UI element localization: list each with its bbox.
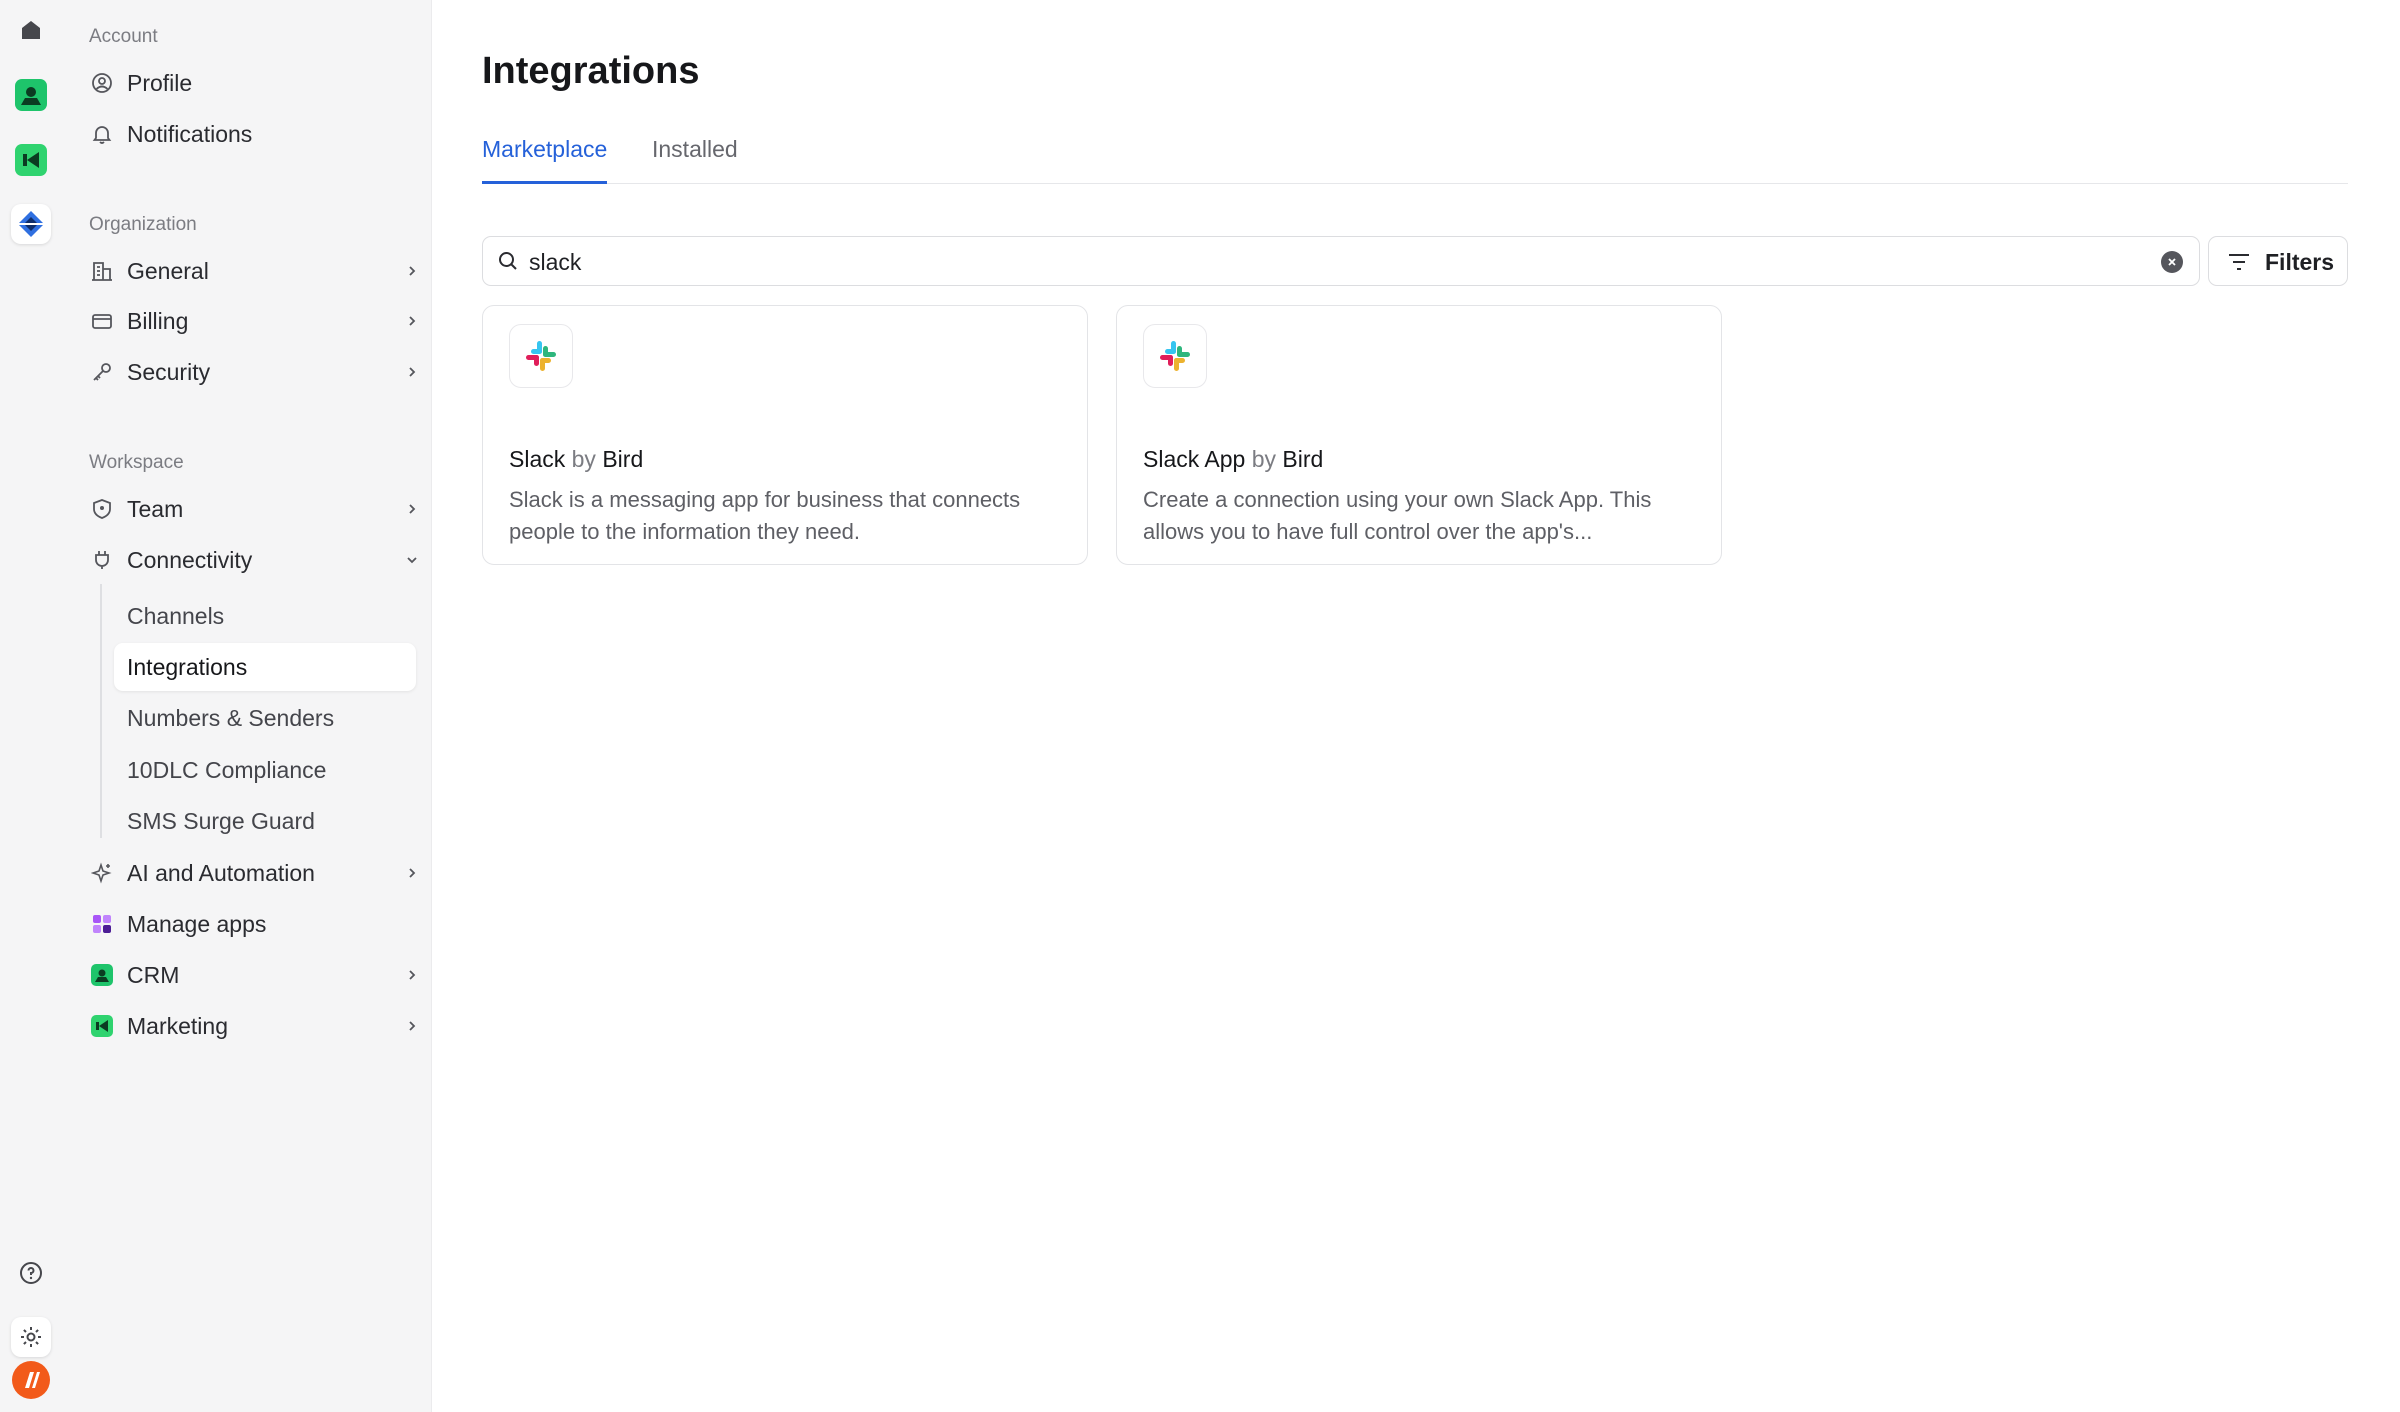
tab-bar: Marketplace Installed — [482, 126, 2348, 184]
section-label-workspace: Workspace — [89, 452, 184, 473]
chevron-right-icon — [402, 261, 422, 281]
brand-logo[interactable] — [11, 1360, 51, 1400]
sidebar-item-label: General — [127, 257, 209, 284]
apps-grid-icon — [90, 912, 114, 936]
sidebar-item-manage-apps[interactable]: Manage apps — [82, 901, 426, 947]
sidebar-item-label: Profile — [127, 69, 193, 96]
sidebar-subitem-label: SMS Surge Guard — [127, 807, 315, 834]
filter-icon — [2227, 251, 2251, 278]
search-value[interactable]: slack — [529, 249, 581, 276]
submenu-guide-line — [100, 584, 102, 838]
card-description: Create a connection using your own Slack… — [1143, 487, 1652, 544]
sidebar-item-label: Marketing — [127, 1012, 228, 1039]
sidebar-item-label: CRM — [127, 961, 180, 988]
sidebar-item-billing[interactable]: Billing — [82, 298, 426, 344]
help-button[interactable] — [11, 1253, 51, 1293]
sidebar-item-label: AI and Automation — [127, 859, 315, 886]
sidebar-subitem-label: Integrations — [127, 653, 248, 680]
sparkles-icon — [90, 861, 114, 885]
credit-card-icon — [90, 309, 114, 333]
card-vendor: Bird — [1282, 446, 1324, 472]
home-button[interactable] — [11, 10, 51, 50]
chevron-right-icon — [402, 311, 422, 331]
chevron-right-icon — [402, 362, 422, 382]
home-icon — [22, 21, 40, 39]
sidebar-subitem-sms-surge-guard[interactable]: SMS Surge Guard — [114, 797, 416, 845]
sidebar-item-security[interactable]: Security — [82, 349, 426, 395]
filters-label: Filters — [2265, 249, 2335, 275]
connectivity-app-button[interactable] — [11, 204, 51, 244]
sidebar-item-connectivity[interactable]: Connectivity — [82, 537, 426, 583]
clear-search-icon[interactable] — [2161, 251, 2183, 273]
chevron-right-icon — [402, 499, 422, 519]
sidebar-item-label: Team — [127, 495, 184, 522]
sidebar-item-crm[interactable]: CRM — [82, 952, 426, 998]
chevron-down-icon — [402, 550, 422, 570]
sidebar-item-label: Security — [127, 358, 211, 385]
section-label-account: Account — [89, 26, 158, 47]
card-vendor: Bird — [602, 446, 644, 472]
chevron-right-icon — [402, 1016, 422, 1036]
crm-app-icon — [15, 79, 47, 111]
sidebar-item-ai-automation[interactable]: AI and Automation — [82, 850, 426, 896]
chevron-right-icon — [402, 965, 422, 985]
sidebar-item-profile[interactable]: Profile — [82, 60, 426, 106]
marketing-app-button[interactable] — [11, 140, 51, 180]
marketing-app-icon — [15, 144, 47, 176]
card-by: by — [571, 446, 596, 472]
slack-logo-icon — [509, 324, 573, 388]
integration-card-slack-app[interactable]: Slack App by Bird Create a connection us… — [1116, 305, 1722, 565]
sidebar-item-label: Connectivity — [127, 546, 253, 573]
gear-icon — [21, 1327, 41, 1347]
integration-card-slack[interactable]: Slack by Bird Slack is a messaging app f… — [482, 305, 1088, 565]
sidebar-subitem-channels[interactable]: Channels — [114, 592, 416, 640]
search-input[interactable]: slack — [482, 236, 2200, 286]
tab-marketplace[interactable]: Marketplace — [482, 126, 608, 184]
card-name: Slack App — [1143, 446, 1246, 472]
main-content: Integrations Marketplace Installed slack… — [432, 0, 2400, 1412]
app-rail — [0, 0, 62, 1412]
help-icon — [20, 1262, 42, 1284]
sidebar-item-team[interactable]: Team — [82, 486, 426, 532]
crm-app-button[interactable] — [11, 75, 51, 115]
card-title: Slack App by Bird — [1143, 446, 1323, 473]
section-label-organization: Organization — [89, 214, 197, 235]
building-icon — [90, 259, 114, 283]
tab-installed[interactable]: Installed — [652, 126, 738, 184]
page-title: Integrations — [482, 50, 700, 92]
filters-button[interactable]: Filters — [2208, 236, 2348, 286]
sidebar-item-general[interactable]: General — [82, 248, 426, 294]
chevron-right-icon — [402, 863, 422, 883]
slack-logo-icon — [1143, 324, 1207, 388]
card-name: Slack — [509, 446, 566, 472]
plug-icon — [90, 548, 114, 572]
settings-button[interactable] — [11, 1317, 51, 1357]
card-description: Slack is a messaging app for business th… — [509, 487, 1021, 544]
sidebar-subitem-integrations[interactable]: Integrations — [114, 643, 416, 691]
connectivity-app-icon — [18, 211, 44, 237]
crm-app-icon — [90, 963, 114, 987]
shield-icon — [90, 497, 114, 521]
bird-logo-icon — [12, 1361, 50, 1399]
marketing-app-icon — [90, 1014, 114, 1038]
sidebar-subitem-10dlc-compliance[interactable]: 10DLC Compliance — [114, 746, 416, 794]
sidebar-item-label: Notifications — [127, 120, 253, 147]
sidebar-subitem-label: 10DLC Compliance — [127, 756, 327, 783]
key-icon — [90, 360, 114, 384]
bell-icon — [90, 122, 114, 146]
card-title: Slack by Bird — [509, 446, 643, 473]
sidebar-item-label: Manage apps — [127, 910, 267, 937]
sidebar-subitem-label: Channels — [127, 602, 225, 629]
card-by: by — [1251, 446, 1276, 472]
sidebar-item-marketing[interactable]: Marketing — [82, 1003, 426, 1049]
sidebar-item-notifications[interactable]: Notifications — [82, 111, 426, 157]
sidebar-item-label: Billing — [127, 307, 189, 334]
settings-sidebar: Account Profile Notifications Organizati… — [62, 0, 432, 1412]
sidebar-subitem-label: Numbers & Senders — [127, 704, 335, 731]
search-icon — [497, 250, 519, 277]
user-circle-icon — [90, 71, 114, 95]
sidebar-subitem-numbers-senders[interactable]: Numbers & Senders — [114, 694, 416, 742]
